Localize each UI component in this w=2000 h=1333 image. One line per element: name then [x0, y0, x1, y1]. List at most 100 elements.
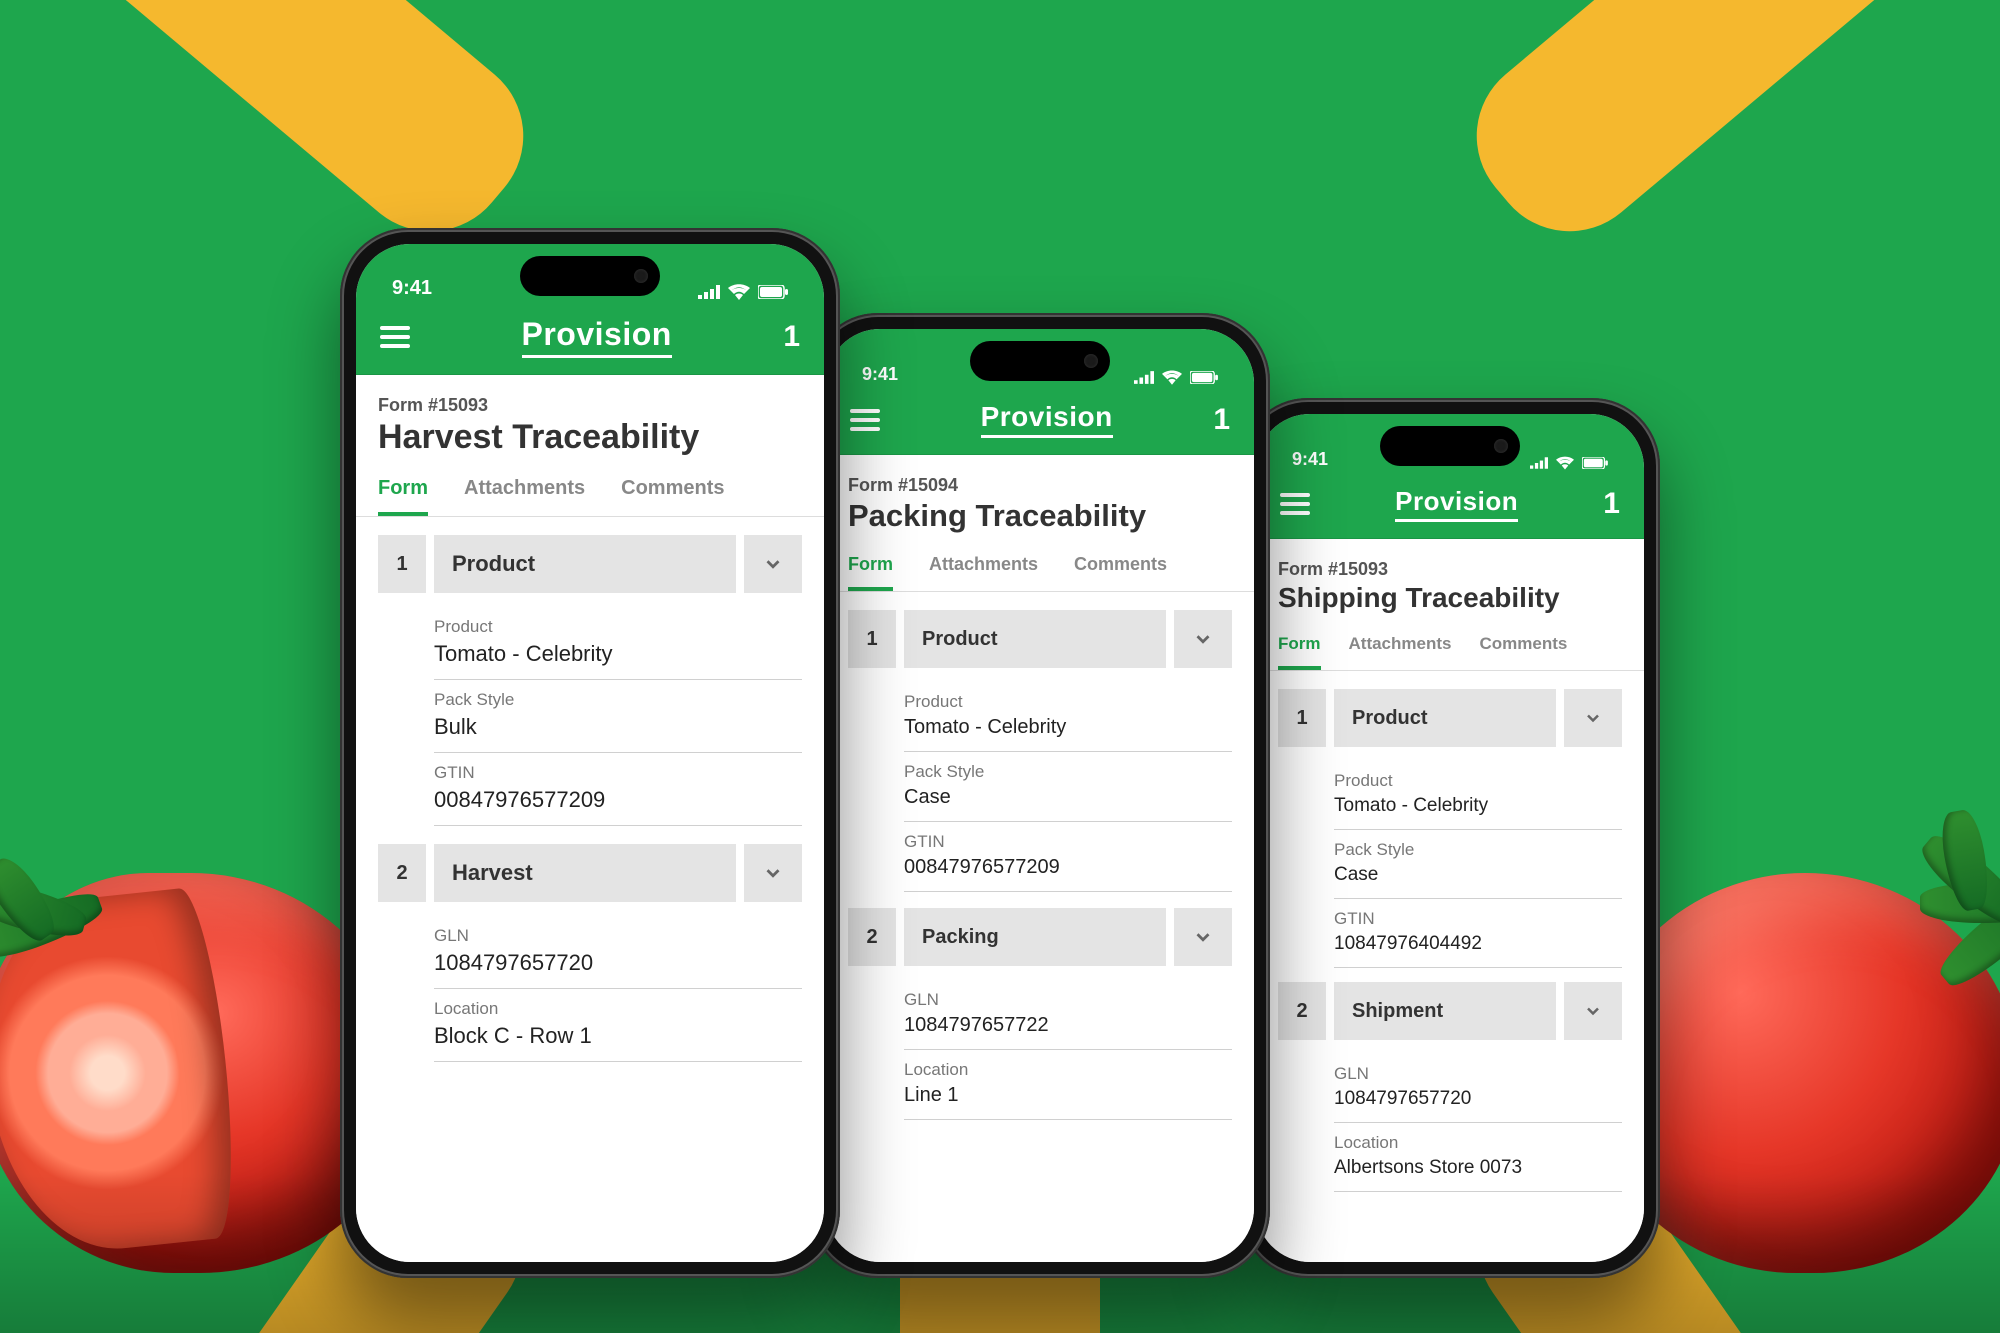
field-pack-style[interactable]: Pack Style Case [1334, 830, 1622, 899]
notification-badge[interactable]: 1 [1603, 487, 1620, 521]
form-id: Form #15094 [848, 475, 1232, 496]
field-gln[interactable]: GLN 1084797657720 [434, 916, 802, 989]
field-label: Pack Style [904, 762, 1232, 782]
field-label: Product [434, 617, 802, 637]
field-gtin[interactable]: GTIN 10847976404492 [1334, 899, 1622, 968]
field-value: Tomato - Celebrity [1334, 795, 1622, 817]
field-label: Product [904, 692, 1232, 712]
field-value: Albertsons Store 0073 [1334, 1157, 1622, 1179]
section-number: 2 [378, 844, 426, 902]
cellular-icon [698, 285, 720, 299]
tab-bar: Form Attachments Comments [356, 465, 824, 517]
chevron-down-icon[interactable] [744, 535, 802, 593]
menu-icon[interactable] [1280, 493, 1310, 515]
field-gln[interactable]: GLN 1084797657722 [904, 980, 1232, 1050]
tab-attachments[interactable]: Attachments [464, 465, 585, 516]
chevron-down-icon[interactable] [744, 844, 802, 902]
phone-frame: 9:41 Provision 1 Form #15093 Harvest Tra… [340, 228, 840, 1278]
app-bar: Provision 1 [356, 306, 824, 375]
dynamic-island [520, 256, 660, 296]
section-title[interactable]: Product [904, 610, 1166, 668]
section-title[interactable]: Product [434, 535, 736, 593]
field-label: Product [1334, 771, 1622, 791]
tab-comments[interactable]: Comments [621, 465, 724, 516]
form-content: 1 Product Product Tomato - Celebrity Pac… [1256, 671, 1644, 1262]
wifi-icon [1162, 370, 1182, 385]
field-location[interactable]: Location Line 1 [904, 1050, 1232, 1120]
page-header: Form #15094 Packing Traceability [826, 455, 1254, 542]
chevron-down-icon[interactable] [1174, 908, 1232, 966]
page-title: Packing Traceability [848, 498, 1232, 534]
field-value: 00847976577209 [904, 856, 1232, 879]
field-location[interactable]: Location Albertsons Store 0073 [1334, 1123, 1622, 1192]
tab-form[interactable]: Form [1278, 622, 1321, 670]
field-value: Tomato - Celebrity [904, 716, 1232, 739]
form-id: Form #15093 [1278, 559, 1622, 580]
field-label: Location [904, 1060, 1232, 1080]
tab-attachments[interactable]: Attachments [929, 542, 1038, 591]
field-gtin[interactable]: GTIN 00847976577209 [904, 822, 1232, 892]
field-label: GTIN [1334, 909, 1622, 929]
field-value: Case [904, 786, 1232, 809]
field-pack-style[interactable]: Pack Style Case [904, 752, 1232, 822]
status-clock: 9:41 [862, 364, 898, 385]
phone-frame: 9:41 Provision 1 Form #15094 Packing Tra… [810, 313, 1270, 1278]
form-id: Form #15093 [378, 395, 802, 416]
field-gln[interactable]: GLN 1084797657720 [1334, 1054, 1622, 1123]
section-title[interactable]: Harvest [434, 844, 736, 902]
app-title: Provision [522, 316, 672, 358]
field-product[interactable]: Product Tomato - Celebrity [434, 607, 802, 680]
field-value: 1084797657722 [904, 1014, 1232, 1037]
tab-bar: Form Attachments Comments [1256, 622, 1644, 671]
field-pack-style[interactable]: Pack Style Bulk [434, 680, 802, 753]
section-title[interactable]: Product [1334, 689, 1556, 747]
field-label: GLN [1334, 1064, 1622, 1084]
field-label: GTIN [434, 763, 802, 783]
notification-badge[interactable]: 1 [1213, 403, 1230, 437]
menu-icon[interactable] [380, 326, 410, 348]
field-value: Block C - Row 1 [434, 1023, 802, 1049]
page-title: Harvest Traceability [378, 418, 802, 457]
tab-attachments[interactable]: Attachments [1349, 622, 1452, 670]
tab-comments[interactable]: Comments [1479, 622, 1567, 670]
section-title[interactable]: Shipment [1334, 982, 1556, 1040]
section-number: 1 [378, 535, 426, 593]
tab-bar: Form Attachments Comments [826, 542, 1254, 592]
page-title: Shipping Traceability [1278, 582, 1622, 614]
dynamic-island [1380, 426, 1520, 466]
field-label: Pack Style [434, 690, 802, 710]
tab-form[interactable]: Form [378, 465, 428, 516]
field-product[interactable]: Product Tomato - Celebrity [1334, 761, 1622, 830]
field-location[interactable]: Location Block C - Row 1 [434, 989, 802, 1062]
field-value: Case [1334, 864, 1622, 886]
tab-comments[interactable]: Comments [1074, 542, 1167, 591]
battery-icon [1190, 371, 1218, 384]
page-header: Form #15093 Shipping Traceability [1256, 539, 1644, 622]
app-bar: Provision 1 [1256, 476, 1644, 539]
battery-icon [1582, 457, 1608, 469]
app-title: Provision [1395, 486, 1518, 522]
field-product[interactable]: Product Tomato - Celebrity [904, 682, 1232, 752]
phone-frame: 9:41 Provision 1 Form #15093 Shipping Tr… [1240, 398, 1660, 1278]
section-number: 2 [1278, 982, 1326, 1040]
field-label: Location [1334, 1133, 1622, 1153]
field-label: GLN [434, 926, 802, 946]
field-gtin[interactable]: GTIN 00847976577209 [434, 753, 802, 826]
notification-badge[interactable]: 1 [783, 320, 800, 354]
wifi-icon [728, 284, 750, 300]
field-label: GLN [904, 990, 1232, 1010]
wifi-icon [1556, 456, 1574, 470]
field-value: 10847976404492 [1334, 933, 1622, 955]
chevron-down-icon[interactable] [1564, 689, 1622, 747]
form-content: 1 Product Product Tomato - Celebrity Pac… [826, 592, 1254, 1262]
section-number: 1 [1278, 689, 1326, 747]
section-title[interactable]: Packing [904, 908, 1166, 966]
field-value: Line 1 [904, 1084, 1232, 1107]
chevron-down-icon[interactable] [1174, 610, 1232, 668]
tab-form[interactable]: Form [848, 542, 893, 591]
field-label: GTIN [904, 832, 1232, 852]
field-label: Location [434, 999, 802, 1019]
chevron-down-icon[interactable] [1564, 982, 1622, 1040]
menu-icon[interactable] [850, 409, 880, 431]
status-clock: 9:41 [1292, 449, 1328, 470]
